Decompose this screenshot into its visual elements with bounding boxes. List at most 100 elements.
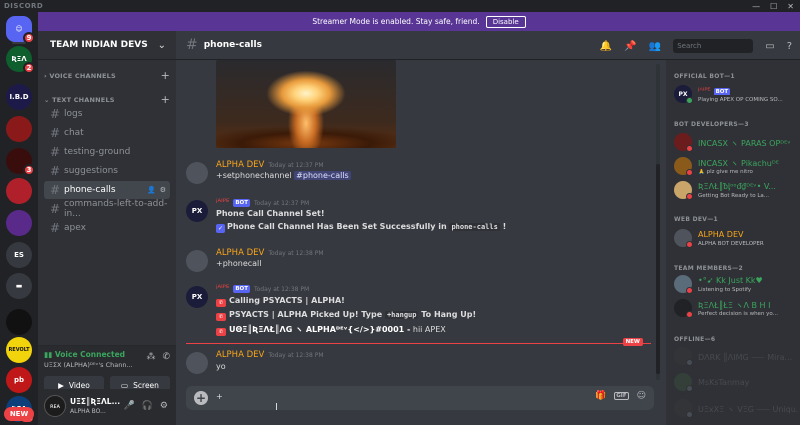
server-icon[interactable] (6, 210, 32, 236)
hash-icon: # (50, 126, 61, 140)
server-icon[interactable]: ▬ (6, 273, 32, 299)
avatar[interactable]: PX (186, 200, 208, 222)
message-time: Today at 12:37 PM (253, 199, 310, 207)
avatar[interactable] (186, 352, 208, 374)
channel-label: testing-ground (64, 147, 131, 157)
status-dot-icon (686, 97, 693, 104)
member-item[interactable]: ƦΞΛŁ║ᵬᶅᵒᵒᵭ₫ᴰᴱᵛ• V... Getting Bot Ready to… (674, 180, 798, 202)
message-author[interactable]: ʲᴬᴵᴾᴱ (216, 198, 229, 208)
member-list: OFFICIAL BOT—1 BOT DEVELOPERS—3 WEB DEV—1 T… (666, 60, 800, 425)
voice-channel-name[interactable]: UΞΣX (ALPHA)ᴰᴱᵛ's Chann... (44, 361, 134, 369)
mute-icon[interactable]: 🎤 (123, 401, 134, 411)
scrollbar[interactable] (656, 64, 660, 380)
server-icon[interactable] (6, 309, 32, 335)
gif-icon[interactable]: GIF (614, 392, 629, 400)
channel-tools: 👤 ⚙ (147, 186, 166, 194)
server-icon[interactable]: REVOLT (6, 337, 32, 363)
category-voice[interactable]: › VOICE CHANNELS + (44, 69, 170, 82)
avatar[interactable] (186, 250, 208, 272)
help-icon[interactable]: ? (787, 41, 792, 52)
new-unreads-pill[interactable]: NEW (4, 407, 34, 421)
server-avatar (6, 210, 32, 236)
minimize-icon[interactable]: — (752, 2, 760, 11)
channel-logs[interactable]: # logs (44, 105, 170, 123)
title-bar: DISCORD — ☐ ✕ (0, 0, 800, 12)
member-activity: Perfect decision is when yo... (698, 311, 778, 317)
message-input[interactable]: + (216, 392, 223, 401)
channel-mention[interactable]: #phone-calls (294, 171, 351, 180)
member-item[interactable]: UΞxXΞ ヽ VΞG ⸺ Uniqu... (674, 398, 798, 420)
close-icon[interactable]: ✕ (787, 2, 794, 11)
channel-title: phone-calls (203, 40, 262, 50)
member-name: DΛRK ║ΛIMG ⸺ Mira... (698, 353, 793, 362)
member-name: ƦΞΛŁ║ᵬᶅᵒᵒᵭ₫ᴰᴱᵛ• V... (698, 182, 776, 191)
server-icon[interactable] (6, 178, 32, 204)
channel-sidebar: TEAM INDIAN DEVS ⌄ › VOICE CHANNELS + ⌄ … (38, 31, 176, 425)
gear-icon[interactable]: ⚙ (160, 401, 168, 411)
maximize-icon[interactable]: ☐ (770, 2, 777, 11)
member-item[interactable]: DΛRK ║ΛIMG ⸺ Mira... (674, 346, 798, 368)
invite-icon[interactable]: 👤 (147, 186, 156, 194)
message-time: Today at 12:38 PM (268, 249, 324, 257)
message-author[interactable]: ALPHA DEV (216, 350, 264, 360)
inbox-icon[interactable]: ▭ (765, 41, 774, 52)
pin-icon[interactable]: 📌 (624, 41, 636, 52)
chat-header: # phone-calls 🔔 📌 👥 Search ▭ ? (176, 31, 800, 60)
server-icon[interactable]: ES (6, 242, 32, 268)
bell-icon[interactable]: 🔔 (600, 41, 612, 52)
server-icon[interactable] (6, 116, 32, 142)
avatar[interactable]: ʀᴇᴀ (44, 395, 66, 417)
server-avatar: I.B.D (6, 84, 32, 110)
member-item[interactable]: ALPHA DEV ALPHA BOT DEVELOPER (674, 228, 798, 250)
disable-button[interactable]: Disable (485, 15, 526, 28)
member-item[interactable]: ƦΞΛŁ║ŁΞ ヽΛ B H I Perfect decision is when… (674, 298, 798, 320)
channel-label: suggestions (64, 166, 118, 176)
phone-icon: ✆ (216, 313, 226, 321)
gear-icon[interactable]: ⚙ (160, 186, 166, 194)
channel-apex[interactable]: # apex (44, 219, 170, 237)
server-header[interactable]: TEAM INDIAN DEVS ⌄ (38, 31, 176, 60)
channel-testing-ground[interactable]: # testing-ground (44, 143, 170, 161)
server-icon[interactable]: 3 (6, 148, 35, 176)
channel-phone-calls[interactable]: # phone-calls 👤 ⚙ (44, 181, 170, 199)
member-item[interactable]: INCASX ヽ PARAS OPᴰᴱᵛ (674, 132, 798, 154)
emoji-icon[interactable]: ☺ (637, 391, 646, 401)
search-input[interactable]: Search (673, 39, 754, 53)
disconnect-icon[interactable]: ✆ (162, 352, 170, 362)
server-icon[interactable]: I.B.D (6, 84, 32, 110)
channel-commands-left-to-add-in[interactable]: # commands-left-to-add-in... (44, 199, 170, 219)
member-item[interactable]: INCASX ヽ Pikachuᴰᴱ 🙏 plz give me nitro (674, 156, 798, 178)
home-button[interactable]: ☺ 9 (6, 16, 35, 44)
noise-suppression-icon[interactable]: ⁂ (146, 352, 155, 362)
member-item[interactable]: •°➹ Kk Just Kk♥ Listening to Spotify (674, 274, 798, 296)
server-icon[interactable]: pb (6, 367, 32, 393)
headphones-icon[interactable]: 🎧 (142, 401, 153, 411)
message-list: ALPHA DEV Today at 12:37 PM +setphonecha… (176, 60, 660, 380)
message-author[interactable]: ALPHA DEV (216, 248, 264, 258)
members-icon[interactable]: 👥 (649, 41, 661, 52)
server-list: ☺9ƦΞΛ2I.B.D3ES▬REVOLTpbƦΞΛ21NEW (0, 12, 38, 425)
channel-suggestions[interactable]: # suggestions (44, 162, 170, 180)
message-author[interactable]: ʲᴬᴵᴾᴱ (216, 284, 229, 294)
member-name: ƦΞΛŁ║ŁΞ ヽΛ B H I (698, 301, 771, 310)
message-content: Phone Call Channel Set! (216, 209, 325, 218)
add-channel-icon[interactable]: + (161, 69, 170, 82)
member-item[interactable]: MsKsTanmay (674, 372, 798, 394)
member-activity: Listening to Spotify (698, 287, 752, 293)
server-avatar: ES (6, 242, 32, 268)
image-attachment[interactable] (216, 60, 396, 148)
scrollbar-thumb[interactable] (656, 164, 660, 374)
mention-badge: 3 (23, 164, 35, 176)
member-name: INCASX ヽ Pikachuᴰᴱ (698, 159, 779, 168)
message-author[interactable]: ALPHA DEV (216, 160, 264, 170)
message-content: ✓ Phone Call Channel Has Been Set Success… (216, 222, 507, 233)
user-tag: ALPHA BO... (70, 408, 106, 415)
avatar[interactable]: PX (186, 286, 208, 308)
server-icon[interactable]: ƦΞΛ 2 (6, 46, 35, 74)
member-item[interactable]: PX ʲᴬᴵᴾᴱ BOT Playing APEX OP COMING SO... (674, 84, 798, 106)
message-composer[interactable]: + + 🎁 GIF ☺ (186, 386, 654, 410)
channel-chat[interactable]: # chat (44, 124, 170, 142)
attach-plus-icon[interactable]: + (194, 391, 208, 405)
gift-icon[interactable]: 🎁 (595, 391, 606, 401)
avatar[interactable] (186, 162, 208, 184)
